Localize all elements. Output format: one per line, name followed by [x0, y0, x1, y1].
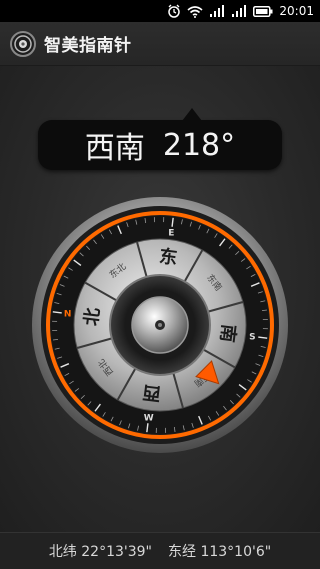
app-bar: 智美指南针: [0, 22, 320, 66]
ring-letter-w: W: [144, 413, 154, 423]
dial-label-east: 东: [158, 245, 179, 269]
compass-logo-icon[interactable]: [10, 30, 36, 57]
signal-icon: [209, 4, 225, 18]
longitude-text: 东经 113°10'6": [168, 544, 272, 560]
heading-direction: 西南: [84, 131, 145, 166]
ring-letter-s: S: [249, 332, 255, 342]
dial-label-north: 北: [81, 307, 104, 327]
battery-icon: [253, 4, 273, 18]
location-bar: 北纬 22°13'39" 东经 113°10'6": [0, 532, 320, 569]
compass-dial: NESW 北东北东东南南西南西西北: [30, 195, 290, 455]
dial-label-south: 南: [216, 323, 240, 344]
status-bar: 20:01: [0, 0, 320, 22]
status-time: 20:01: [279, 4, 314, 18]
latitude-text: 北纬 22°13'39": [48, 544, 152, 560]
signal-icon: [231, 4, 247, 18]
ring-letter-n: N: [64, 310, 72, 320]
wifi-icon: [187, 4, 203, 18]
heading-display: 西南 218°: [38, 108, 282, 170]
dial-label-west: 西: [142, 381, 162, 404]
heading-degrees: 218°: [162, 127, 236, 163]
alarm-icon: [167, 4, 181, 18]
ring-letter-e: E: [168, 229, 174, 239]
app-title: 智美指南针: [44, 36, 132, 56]
